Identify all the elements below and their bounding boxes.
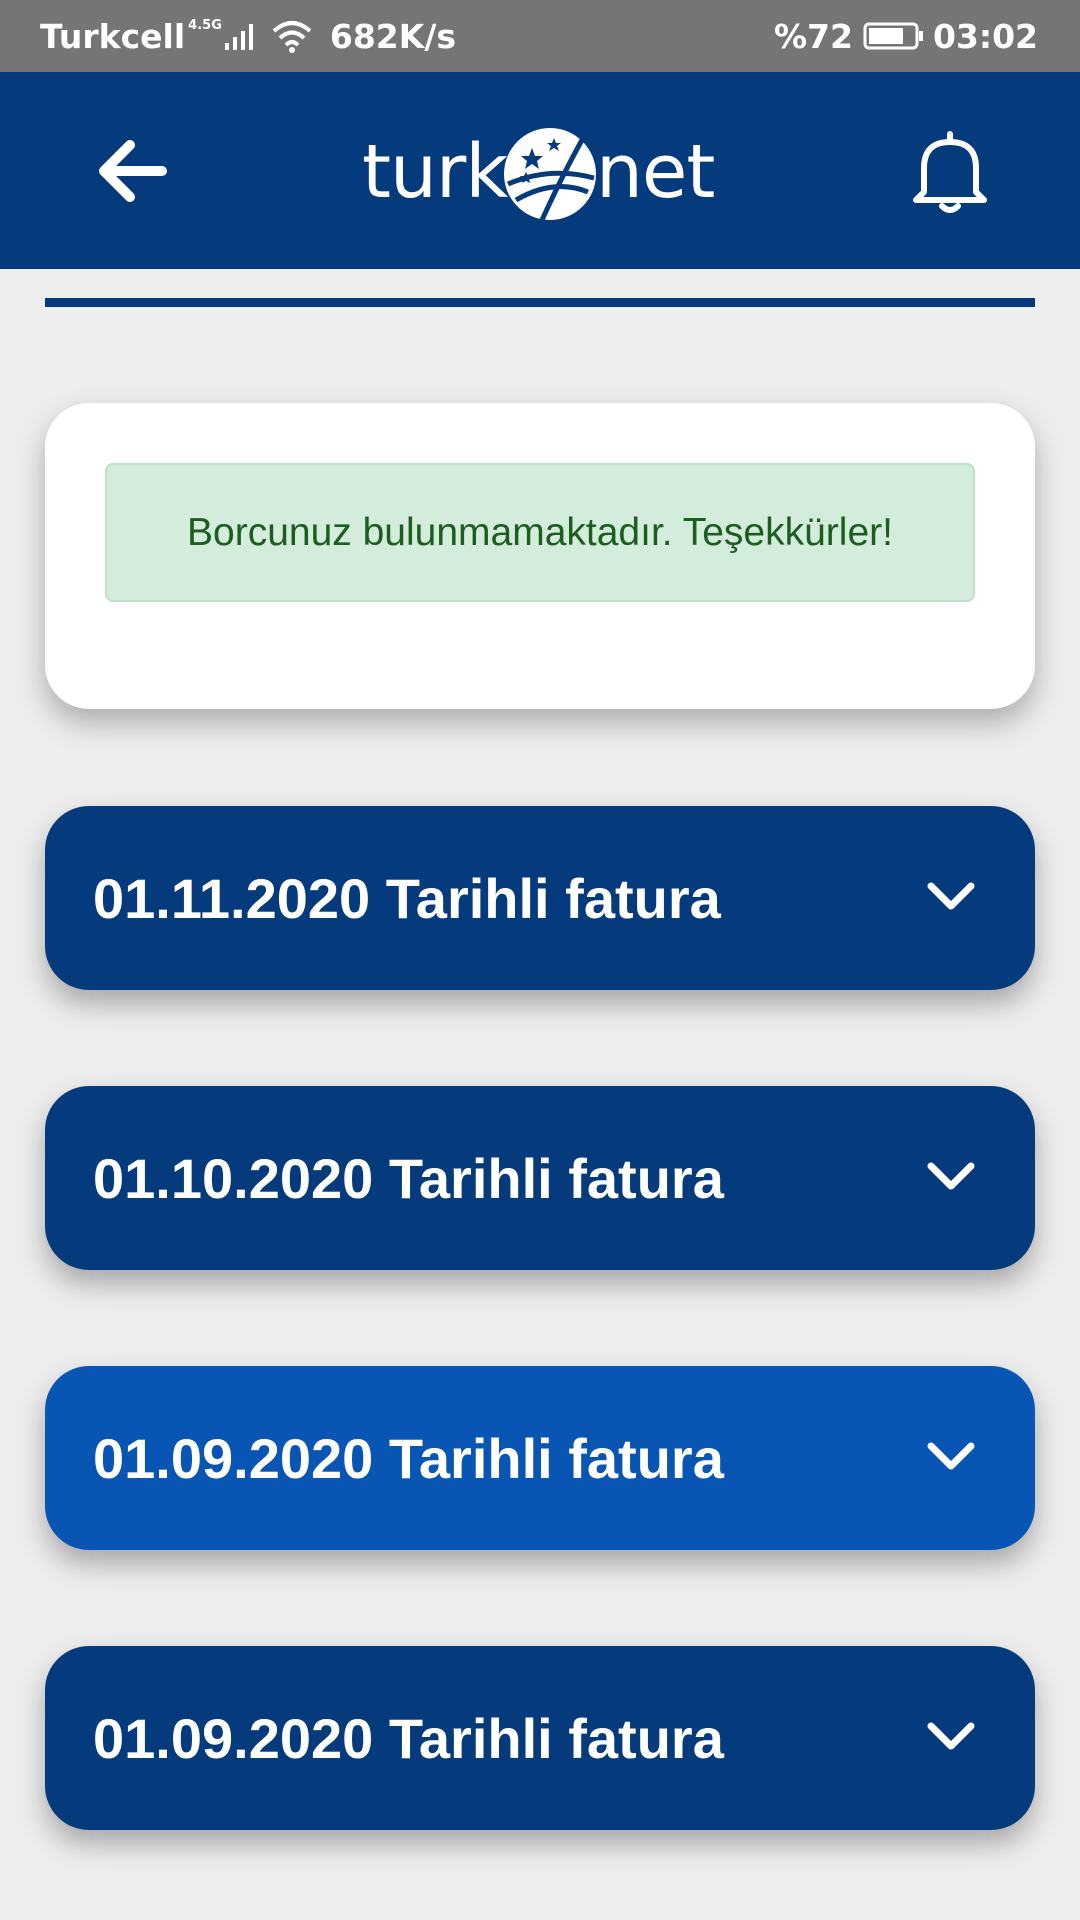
globe-logo-icon <box>504 128 596 222</box>
invoice-label: 01.11.2020 Tarihli fatura <box>93 866 721 930</box>
invoice-item[interactable]: 01.10.2020 Tarihli fatura <box>45 1086 1035 1270</box>
chevron-down-icon <box>927 1722 975 1750</box>
signal-icon <box>224 24 253 50</box>
back-button[interactable] <box>96 134 170 208</box>
battery-icon <box>863 22 923 50</box>
network-speed: 682K/s <box>329 16 457 56</box>
invoice-label: 01.09.2020 Tarihli fatura <box>93 1706 724 1770</box>
logo-text-net: net <box>596 129 715 215</box>
success-alert: Borcunuz bulunmamaktadır. Teşekkürler! <box>105 463 975 602</box>
turknet-logo: turk net <box>362 116 718 226</box>
arrow-left-icon <box>99 140 167 202</box>
bell-icon <box>913 131 987 213</box>
debt-status-card: Borcunuz bulunmamaktadır. Teşekkürler! <box>45 403 1035 709</box>
chevron-down-icon <box>927 1442 975 1470</box>
section-divider <box>45 298 1035 307</box>
success-alert-text: Borcunuz bulunmamaktadır. Teşekkürler! <box>187 510 893 554</box>
invoice-label: 01.10.2020 Tarihli fatura <box>93 1146 724 1210</box>
wifi-icon <box>272 21 312 53</box>
invoice-label: 01.09.2020 Tarihli fatura <box>93 1426 724 1490</box>
network-type: 4.5G <box>188 18 222 33</box>
invoice-item[interactable]: 01.09.2020 Tarihli fatura <box>45 1646 1035 1830</box>
battery-percent: %72 <box>773 16 853 56</box>
app-bar: turk net <box>0 72 1080 269</box>
carrier-name: Turkcell <box>40 16 186 56</box>
logo-text-turk: turk <box>362 129 508 215</box>
clock-time: 03:02 <box>932 16 1038 56</box>
chevron-down-icon <box>927 882 975 910</box>
status-right: %72 03:02 <box>774 0 1038 72</box>
notifications-button[interactable] <box>910 130 990 216</box>
status-left: Turkcell 4.5G 682K/s <box>40 0 456 72</box>
chevron-down-icon <box>927 1162 975 1190</box>
invoice-item[interactable]: 01.11.2020 Tarihli fatura <box>45 806 1035 990</box>
invoice-item-active[interactable]: 01.09.2020 Tarihli fatura <box>45 1366 1035 1550</box>
status-bar: Turkcell 4.5G 682K/s %72 03:02 <box>0 0 1080 72</box>
